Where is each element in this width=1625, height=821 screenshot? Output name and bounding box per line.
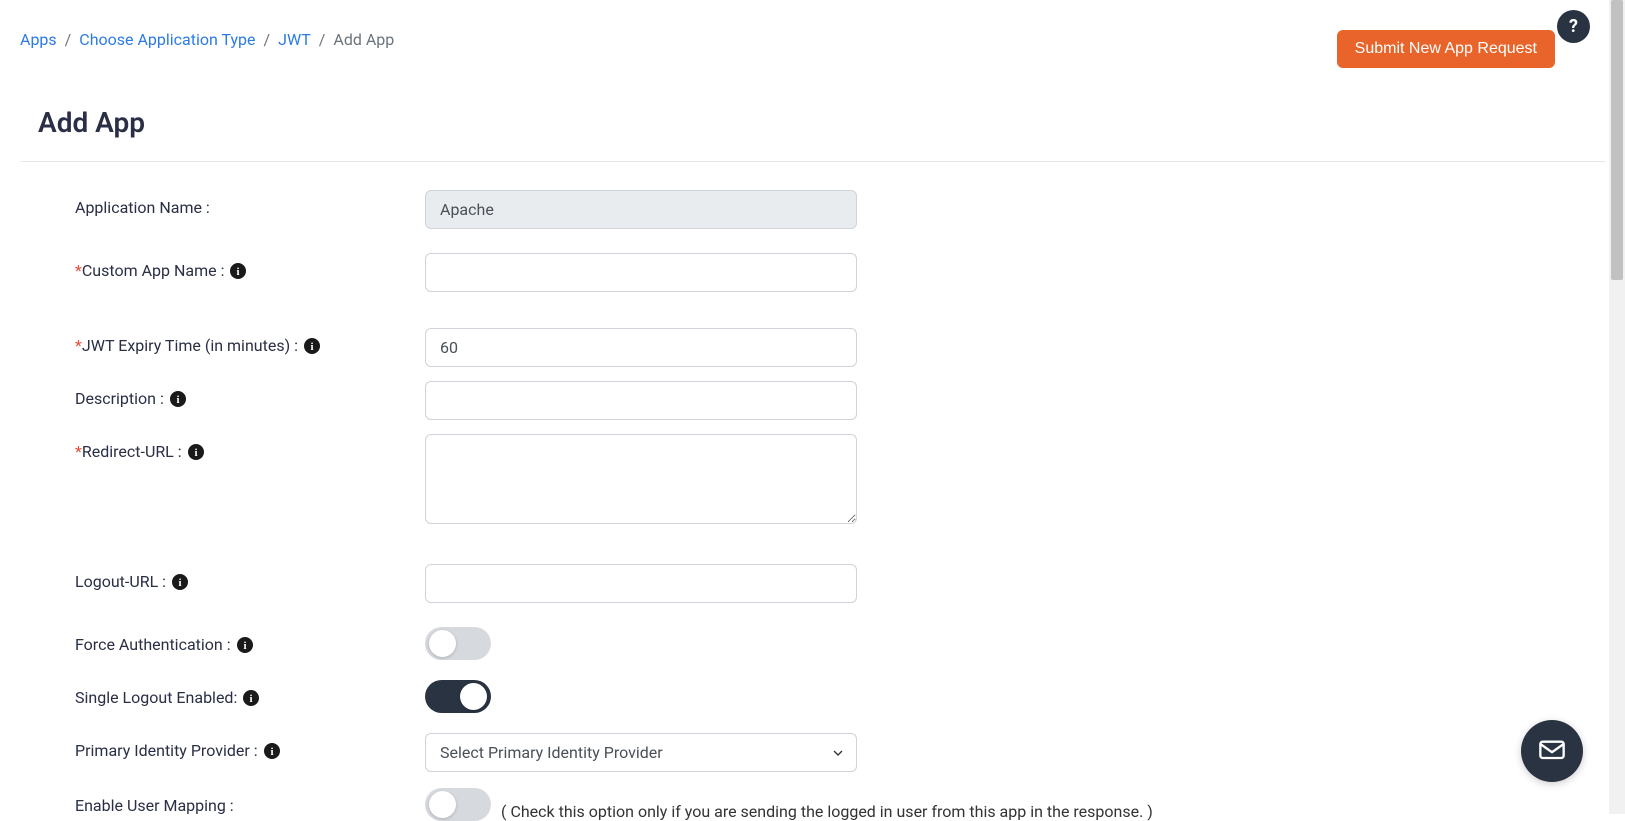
application-name-label: Application Name : bbox=[75, 190, 425, 217]
info-icon[interactable]: i bbox=[230, 263, 246, 279]
application-name-input bbox=[425, 190, 857, 229]
single-logout-toggle[interactable] bbox=[425, 680, 491, 713]
breadcrumb-sep: / bbox=[65, 30, 72, 49]
jwt-expiry-input[interactable] bbox=[425, 328, 857, 367]
primary-idp-select[interactable]: Select Primary Identity Provider bbox=[425, 733, 857, 772]
breadcrumb-current: Add App bbox=[333, 30, 394, 49]
svg-text:i: i bbox=[310, 341, 313, 353]
breadcrumb-jwt[interactable]: JWT bbox=[278, 30, 311, 49]
submit-new-app-request-button[interactable]: Submit New App Request bbox=[1337, 30, 1555, 68]
help-icon: ? bbox=[1569, 16, 1578, 37]
breadcrumb-sep: / bbox=[319, 30, 326, 49]
info-icon[interactable]: i bbox=[304, 338, 320, 354]
divider bbox=[20, 161, 1605, 162]
enable-user-mapping-toggle[interactable] bbox=[425, 788, 491, 821]
svg-text:i: i bbox=[176, 394, 179, 406]
chat-button[interactable] bbox=[1521, 720, 1583, 782]
single-logout-label: Single Logout Enabled: i bbox=[75, 680, 425, 707]
svg-text:i: i bbox=[179, 577, 182, 589]
info-icon[interactable]: i bbox=[172, 574, 188, 590]
info-icon[interactable]: i bbox=[170, 391, 186, 407]
custom-app-name-input[interactable] bbox=[425, 253, 857, 292]
breadcrumb-sep: / bbox=[264, 30, 271, 49]
svg-text:i: i bbox=[243, 640, 246, 652]
enable-user-mapping-hint: ( Check this option only if you are send… bbox=[501, 802, 1153, 821]
info-icon[interactable]: i bbox=[264, 743, 280, 759]
info-icon[interactable]: i bbox=[188, 444, 204, 460]
description-label: Description : i bbox=[75, 381, 425, 408]
redirect-url-label: *Redirect-URL : i bbox=[75, 434, 425, 461]
force-auth-label: Force Authentication : i bbox=[75, 627, 425, 654]
logout-url-label: Logout-URL : i bbox=[75, 564, 425, 591]
svg-text:i: i bbox=[194, 447, 197, 459]
jwt-expiry-label: *JWT Expiry Time (in minutes) : i bbox=[75, 328, 425, 355]
breadcrumb: Apps / Choose Application Type / JWT / A… bbox=[20, 30, 394, 49]
svg-text:i: i bbox=[237, 266, 240, 278]
help-button[interactable]: ? bbox=[1557, 10, 1590, 43]
description-input[interactable] bbox=[425, 381, 857, 420]
svg-text:i: i bbox=[270, 746, 273, 758]
form: Application Name : *Custom App Name : i … bbox=[20, 190, 1605, 821]
info-icon[interactable]: i bbox=[243, 690, 259, 706]
force-auth-toggle[interactable] bbox=[425, 627, 491, 660]
primary-idp-label: Primary Identity Provider : i bbox=[75, 733, 425, 760]
svg-text:i: i bbox=[250, 693, 253, 705]
breadcrumb-choose-app-type[interactable]: Choose Application Type bbox=[79, 30, 255, 49]
info-icon[interactable]: i bbox=[237, 637, 253, 653]
breadcrumb-apps[interactable]: Apps bbox=[20, 30, 57, 49]
logout-url-input[interactable] bbox=[425, 564, 857, 603]
page-title: Add App bbox=[20, 106, 1605, 139]
redirect-url-input[interactable] bbox=[425, 434, 857, 524]
enable-user-mapping-label: Enable User Mapping : bbox=[75, 788, 425, 815]
custom-app-name-label: *Custom App Name : i bbox=[75, 253, 425, 280]
chat-icon bbox=[1536, 737, 1568, 765]
